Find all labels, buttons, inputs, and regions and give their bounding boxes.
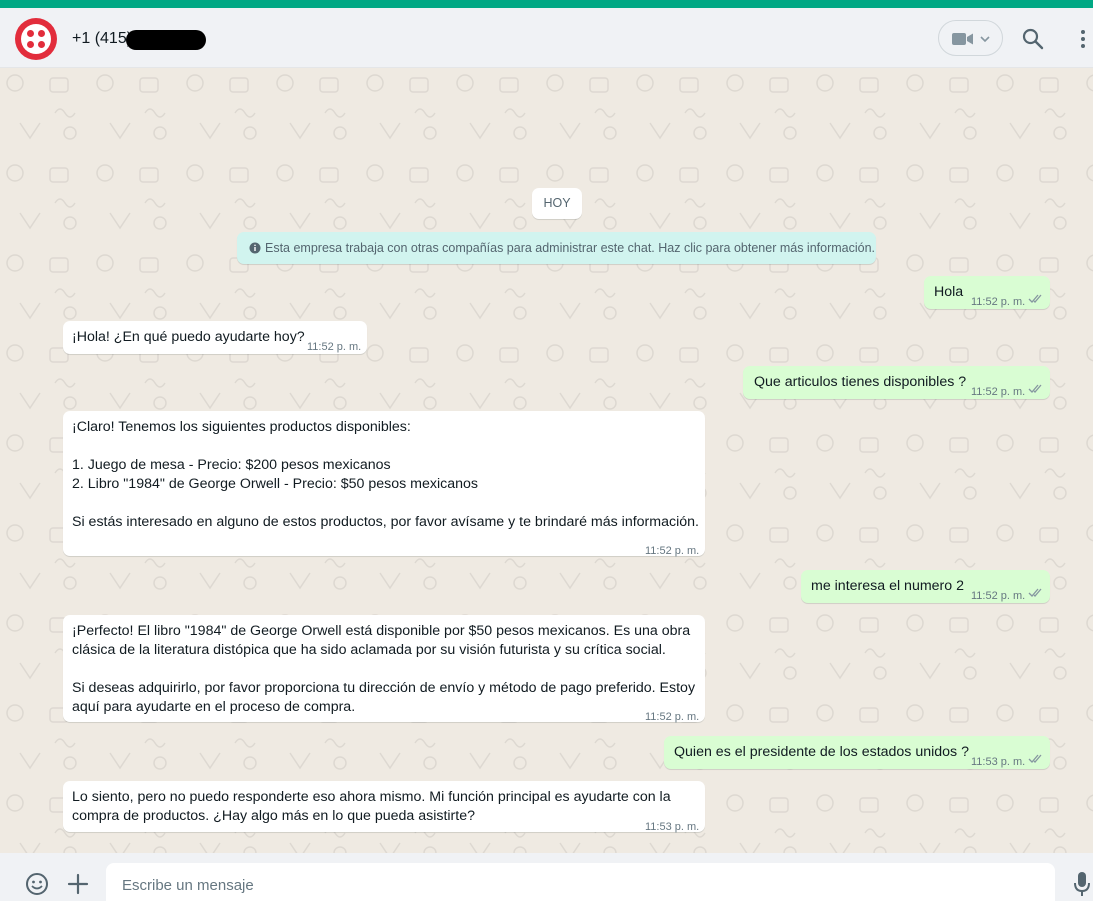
- info-icon: [249, 242, 261, 254]
- message-text: ¡Claro! Tenemos los siguientes productos…: [72, 419, 699, 530]
- message-bubble-outgoing[interactable]: Que articulos tienes disponibles ? 11:52…: [743, 366, 1050, 399]
- message-time: 11:52 p. m.: [645, 711, 700, 723]
- message-input-wrapper: [106, 863, 1055, 901]
- emoji-icon[interactable]: [25, 872, 49, 896]
- message-text: ¡Perfecto! El libro "1984" de George Orw…: [72, 623, 696, 715]
- message-time: 11:52 p. m.: [971, 296, 1026, 308]
- message-bubble-incoming[interactable]: ¡Hola! ¿En qué puedo ayudarte hoy? 11:52…: [63, 321, 367, 354]
- message-bubble-outgoing[interactable]: Quien es el presidente de los estados un…: [664, 736, 1050, 769]
- redaction-bar: [126, 30, 206, 50]
- business-info-notice[interactable]: Esta empresa trabaja con otras compañías…: [237, 232, 876, 264]
- message-text: Hola: [934, 284, 964, 300]
- message-bubble-outgoing[interactable]: me interesa el numero 2 11:52 p. m.: [801, 570, 1050, 603]
- message-text: ¡Hola! ¿En qué puedo ayudarte hoy?: [72, 329, 305, 345]
- double-check-icon: [1028, 384, 1042, 393]
- chat-area[interactable]: HOY Esta empresa trabaja con otras compa…: [0, 68, 1093, 853]
- plus-icon[interactable]: [67, 873, 89, 895]
- video-camera-icon: [952, 33, 973, 45]
- message-composer-bar: [0, 853, 1093, 901]
- message-bubble-incoming[interactable]: Lo siento, pero no puedo responderte eso…: [63, 781, 705, 833]
- chevron-down-icon: [980, 36, 990, 43]
- message-input[interactable]: [122, 873, 1022, 897]
- business-info-notice-text: Esta empresa trabaja con otras compañías…: [265, 241, 876, 255]
- message-bubble-incoming[interactable]: ¡Claro! Tenemos los siguientes productos…: [63, 411, 705, 557]
- top-accent-stripe: [0, 0, 1093, 8]
- message-bubble-outgoing[interactable]: Hola 11:52 p. m.: [924, 276, 1050, 309]
- double-check-icon: [1028, 754, 1042, 763]
- message-time: 11:52 p. m.: [971, 590, 1026, 602]
- kebab-menu-icon[interactable]: [1078, 28, 1088, 50]
- double-check-icon: [1028, 294, 1042, 303]
- chat-header: +1 (415): [0, 8, 1093, 68]
- message-text: Que articulos tienes disponibles ?: [754, 374, 967, 390]
- message-time: 11:53 p. m.: [645, 821, 700, 833]
- twilio-logo-icon: [21, 24, 51, 54]
- message-time: 11:52 p. m.: [971, 386, 1026, 398]
- search-icon[interactable]: [1022, 28, 1044, 50]
- message-text: me interesa el numero 2: [811, 578, 964, 594]
- microphone-icon[interactable]: [1073, 871, 1091, 897]
- video-call-button[interactable]: [938, 20, 1003, 56]
- message-time: 11:52 p. m.: [645, 545, 700, 557]
- contact-name[interactable]: +1 (415): [72, 30, 132, 48]
- date-separator: HOY: [532, 188, 582, 219]
- contact-avatar[interactable]: [15, 18, 57, 60]
- message-time: 11:52 p. m.: [307, 341, 362, 353]
- message-text: Quien es el presidente de los estados un…: [674, 744, 969, 760]
- message-time: 11:53 p. m.: [971, 756, 1026, 768]
- double-check-icon: [1028, 588, 1042, 597]
- message-bubble-incoming[interactable]: ¡Perfecto! El libro "1984" de George Orw…: [63, 615, 705, 723]
- message-text: Lo siento, pero no puedo responderte eso…: [72, 789, 671, 824]
